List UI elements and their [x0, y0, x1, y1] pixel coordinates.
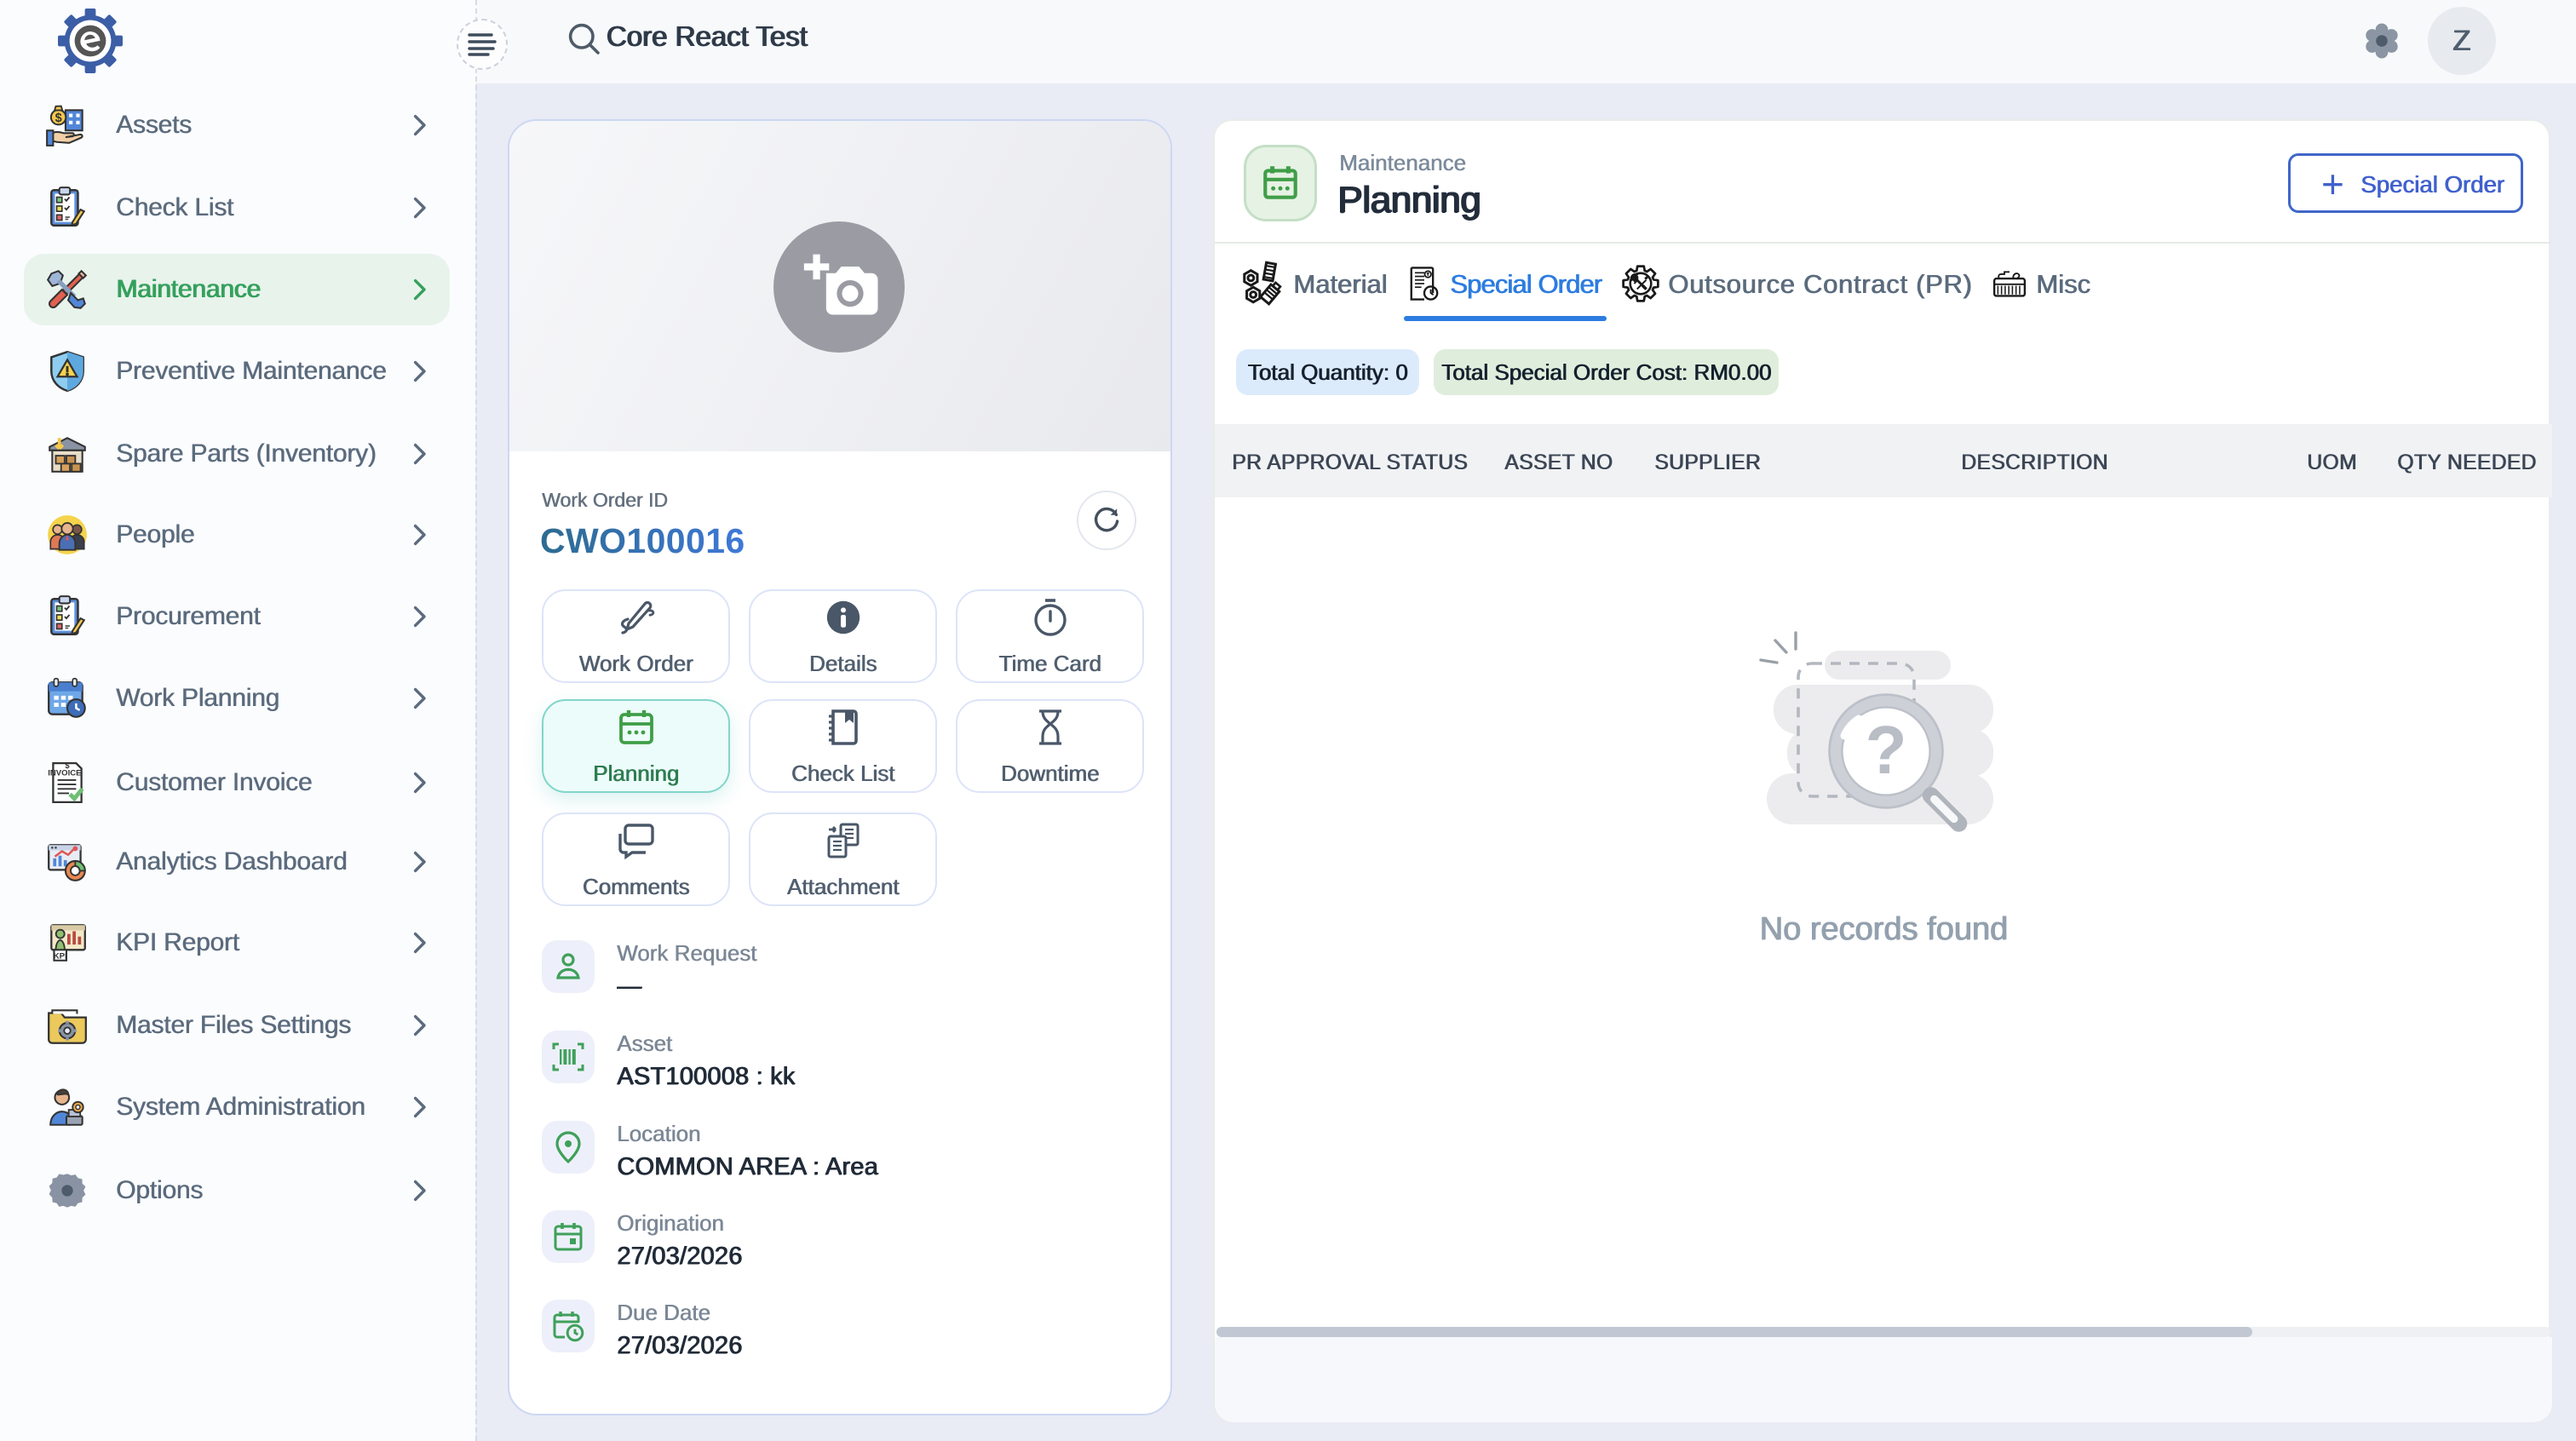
- svg-text:INVOICE: INVOICE: [48, 769, 81, 778]
- svg-text:KPI: KPI: [54, 952, 67, 962]
- svg-text:$: $: [65, 761, 70, 770]
- svg-text:$: $: [55, 112, 62, 125]
- svg-text:?: ?: [1866, 712, 1907, 788]
